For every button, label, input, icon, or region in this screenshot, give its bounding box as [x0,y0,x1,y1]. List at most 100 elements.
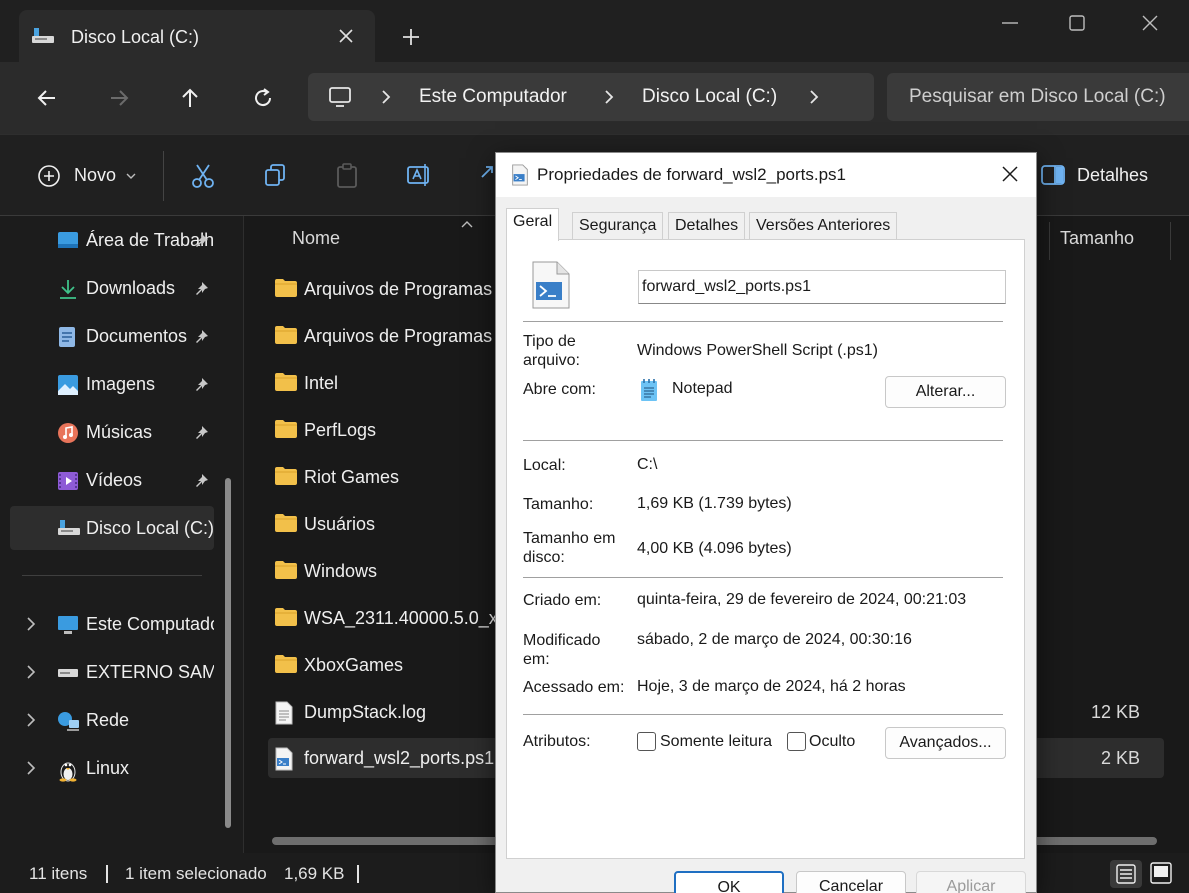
pin-icon[interactable] [193,425,209,441]
new-button-label: Novo [74,165,117,185]
sidebar-item-este-computador[interactable]: Este Computador [10,602,214,646]
file-name: DumpStack.log [304,702,427,722]
readonly-label[interactable]: Somente leitura [660,733,772,751]
chevron-right-icon[interactable] [26,665,36,679]
divider [22,575,202,576]
ok-button[interactable]: OK [674,871,784,893]
copy-icon[interactable] [263,163,287,187]
chevron-right-icon[interactable] [808,89,820,105]
file-size: 12 KB [1090,702,1140,722]
value-opens-with: Notepad [672,380,733,397]
cut-icon[interactable] [191,163,215,189]
navigation-bar: Este Computador Disco Local (C:) Pesquis… [0,62,1189,134]
sidebar-item-documents[interactable]: Documentos [10,314,214,358]
large-icons-view-button[interactable] [1148,860,1174,886]
advanced-button[interactable]: Avançados... [885,727,1006,759]
sidebar-scrollbar[interactable] [225,478,231,828]
tab-detalhes[interactable]: Detalhes [668,212,746,240]
column-divider[interactable] [1049,222,1050,260]
dialog-title-bar[interactable]: Propriedades de forward_wsl2_ports.ps1 [496,153,1036,197]
sidebar-item-linux[interactable]: Linux [10,746,214,790]
folder-icon [274,372,298,392]
powershell-file-large-icon [529,260,573,310]
minimize-icon[interactable] [1000,10,1020,30]
column-divider[interactable] [1170,222,1171,260]
label-attributes: Atributos: [523,733,591,750]
up-arrow-icon[interactable] [178,86,202,110]
details-button[interactable]: Detalhes [1040,164,1148,186]
breadcrumb-disco-local[interactable]: Disco Local (C:) [642,86,777,108]
divider [523,440,1003,441]
general-tab-panel: Tipo de arquivo: Windows PowerShell Scri… [506,239,1025,859]
video-icon [57,470,79,492]
folder-icon [274,419,298,439]
sort-ascending-icon [461,220,473,228]
file-size: 2 KB [1100,748,1140,768]
address-bar[interactable]: Este Computador Disco Local (C:) [308,73,874,121]
apply-button[interactable]: Aplicar [916,871,1026,893]
sidebar-item-music[interactable]: Músicas [10,410,214,454]
label-modified: Modificado em: [523,632,601,668]
filename-field[interactable] [638,270,1006,304]
value-size-on-disk: 4,00 KB (4.096 bytes) [637,540,792,557]
divider [523,714,1003,715]
breadcrumb-este-computador[interactable]: Este Computador [419,86,567,108]
sidebar-item-videos[interactable]: Vídeos [10,458,214,502]
dialog-title: Propriedades de forward_wsl2_ports.ps1 [537,165,847,184]
refresh-icon[interactable] [251,86,275,110]
new-button[interactable]: Novo [36,163,136,189]
hidden-checkbox[interactable] [787,732,806,751]
chevron-right-icon[interactable] [26,617,36,631]
sidebar-item-disco-local[interactable]: Disco Local (C:) [10,506,214,550]
value-file-type: Windows PowerShell Script (.ps1) [637,342,878,359]
tab-geral[interactable]: Geral [506,208,560,241]
pin-icon[interactable] [193,329,209,345]
search-input[interactable]: Pesquisar em Disco Local (C:) [887,73,1189,121]
tab-disco-local[interactable]: Disco Local (C:) [19,10,375,62]
maximize-icon[interactable] [1068,14,1086,32]
pin-icon[interactable] [193,281,209,297]
chevron-right-icon[interactable] [26,713,36,727]
pin-icon[interactable] [193,233,209,249]
divider [163,151,164,201]
change-button[interactable]: Alterar... [885,376,1006,408]
computer-icon [328,86,352,108]
label-accessed: Acessado em: [523,679,625,696]
value-size: 1,69 KB (1.739 bytes) [637,495,792,512]
selection-count: 1 item selecionado [125,864,267,883]
cancel-button[interactable]: Cancelar [796,871,906,893]
tab-versoes-anteriores[interactable]: Versões Anteriores [749,212,898,240]
powershell-file-icon [510,164,530,186]
file-name: Intel [304,373,339,393]
paste-icon[interactable] [335,163,359,189]
column-header-name[interactable]: Nome [292,228,340,249]
sidebar-item-images[interactable]: Imagens [10,362,214,406]
pin-icon[interactable] [193,377,209,393]
details-view-button[interactable] [1110,860,1142,888]
readonly-checkbox[interactable] [637,732,656,751]
text-file-icon [274,701,294,725]
pin-icon[interactable] [193,473,209,489]
chevron-right-icon [603,89,615,105]
rename-icon[interactable] [406,163,432,187]
new-tab-button[interactable] [400,26,422,48]
tab-seguranca[interactable]: Segurança [572,212,664,240]
back-arrow-icon[interactable] [35,86,59,110]
label-created: Criado em: [523,592,602,609]
sidebar-item-externo-samsung[interactable]: EXTERNO SAMSUNG [10,650,214,694]
column-header-size[interactable]: Tamanho [1060,228,1134,249]
close-tab-icon[interactable] [336,26,356,46]
close-icon[interactable] [1001,165,1019,183]
sidebar-label: Linux [86,758,130,778]
close-window-icon[interactable] [1141,14,1159,32]
label-opens-with: Abre com: [523,381,596,398]
sidebar-item-downloads[interactable]: Downloads [10,266,214,310]
divider [106,865,108,883]
forward-arrow-icon[interactable] [107,86,131,110]
file-name: WSA_2311.40000.5.0_x64 [304,608,518,628]
sidebar-item-rede[interactable]: Rede [10,698,214,742]
hidden-label[interactable]: Oculto [809,733,855,751]
notepad-icon [639,378,659,402]
sidebar-item-desktop[interactable]: Área de Trabalho [10,218,214,262]
chevron-right-icon[interactable] [26,761,36,775]
